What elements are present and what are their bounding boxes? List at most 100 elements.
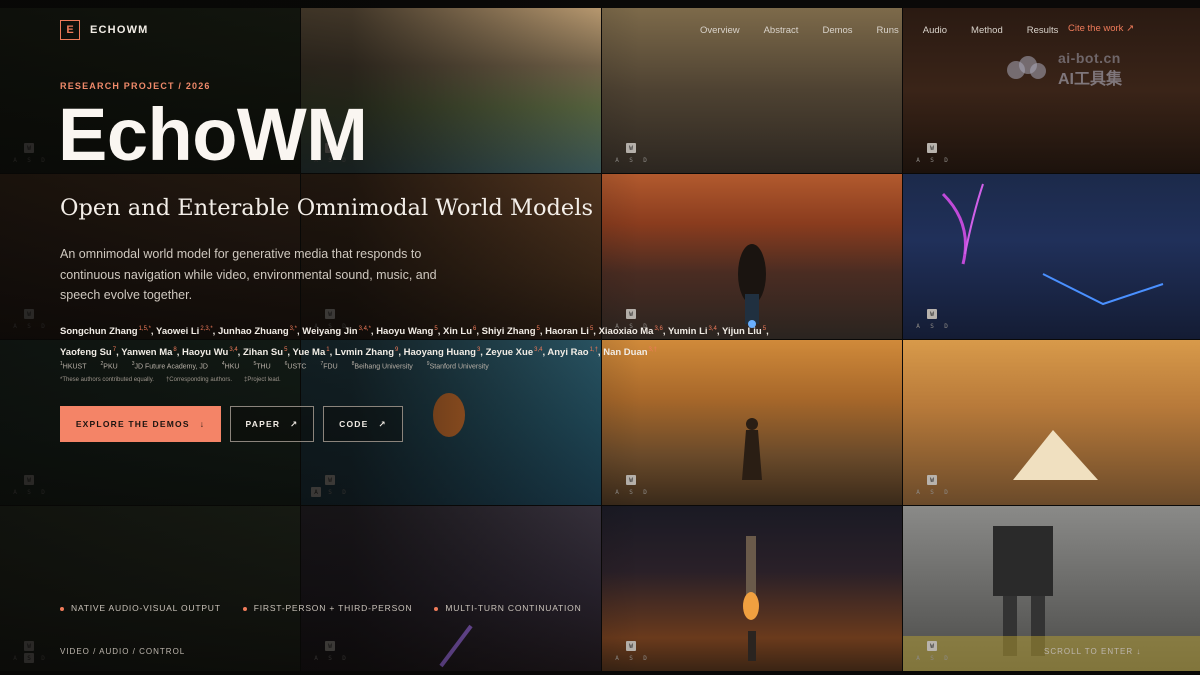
scroll-hint[interactable]: SCROLL TO ENTER ↓ (1044, 647, 1141, 656)
author-affil-sup: 5 (284, 347, 288, 354)
author-name: Xiaoxiao Ma (598, 326, 654, 338)
page-subtitle: Open and Enterable Omnimodal World Model… (60, 195, 593, 221)
paper-label: PAPER (245, 419, 281, 429)
explore-label: EXPLORE THE DEMOS (75, 419, 190, 429)
author-affil-sup: 5 (536, 326, 540, 332)
paper-button[interactable]: PAPER ↗ (230, 406, 314, 442)
nav-item-results[interactable]: Results (1027, 25, 1059, 36)
author-name: Anyi Rao (547, 347, 589, 359)
affiliation-item: 3JD Future Academy, JD (131, 361, 208, 371)
nav-item-abstract[interactable]: Abstract (764, 25, 799, 36)
affiliation-item: 9Stanford University (426, 361, 489, 371)
author-name: Junhao Zhuang (217, 326, 289, 338)
author-name: Haoyu Wu (182, 347, 229, 359)
author-affil-sup: 7 (112, 347, 117, 354)
affiliation-item: 4HKU (221, 361, 240, 371)
author-name: Yaowei Li (156, 326, 200, 338)
explore-demos-button[interactable]: EXPLORE THE DEMOS ↓ (60, 406, 221, 442)
author-name: Weiyang Jin (302, 326, 358, 338)
author-affil-sup: 5 (589, 326, 594, 332)
code-label: CODE (339, 419, 369, 429)
author-affil-sup: 1,† (589, 347, 598, 354)
page-title: EchoWM (58, 93, 368, 176)
author-affil-sup: 9 (395, 347, 399, 354)
author-name: Yanwen Ma (121, 347, 173, 359)
note-corresponding: †Corresponding authors. (165, 377, 232, 383)
scene-tile-rocket: WASD (602, 506, 902, 671)
author-affil-sup: 6 (473, 326, 477, 332)
nav-item-runs[interactable]: Runs (877, 25, 899, 36)
author-affil-sup: 5 (762, 326, 767, 332)
hero-description: An omnimodal world model for generative … (60, 247, 437, 302)
author-name: Zeyue Xue (485, 347, 534, 359)
bullet-dot-icon (60, 606, 64, 611)
author-name: Yaofeng Su (60, 347, 112, 359)
author-affil-sup: 5 (434, 326, 438, 332)
affiliation-item: 1HKUST (60, 361, 87, 371)
author-name: Haoyang Huang (403, 347, 476, 359)
author-affil-sup: 1 (326, 347, 330, 354)
feature-list: NATIVE AUDIO-VISUAL OUTPUT FIRST-PERSON … (60, 603, 582, 613)
affiliation-item: 6USTC (284, 361, 307, 371)
author-affil-sup: 3,4 (534, 347, 543, 354)
author-list: Songchun Zhang1,5,*, Yaowei Li2,3,*, Jun… (60, 326, 769, 359)
brand-name: ECHOWM (90, 24, 149, 36)
brand-mark-icon: E (60, 20, 80, 40)
author-affil-sup: 3,4 (708, 326, 717, 332)
affiliation-item: 2PKU (100, 361, 118, 371)
feature-item: MULTI-TURN CONTINUATION (434, 603, 581, 613)
external-link-icon: ↗ (290, 418, 299, 429)
scene-tile-desert: WASD (602, 340, 902, 505)
nav-item-overview[interactable]: Overview (700, 25, 740, 36)
author-notes: *These authors contributed equally. †Cor… (60, 377, 281, 383)
author-name: Zihan Su (242, 347, 284, 359)
wasd-indicator: WASD (916, 309, 948, 330)
wasd-indicator: WASD (916, 475, 948, 496)
note-equal: *These authors contributed equally. (60, 377, 154, 383)
brand-logo[interactable]: E ECHOWM (60, 20, 149, 40)
author-affil-sup: 8 (173, 347, 177, 354)
feature-item: FIRST-PERSON + THIRD-PERSON (242, 603, 413, 613)
top-nav: Overview Abstract Demos Runs Audio Metho… (700, 25, 1082, 36)
author-affil-sup: 2,3,* (200, 326, 213, 332)
watermark-name: AI工具集 (1058, 71, 1123, 88)
author-name: Songchun Zhang (60, 326, 138, 338)
affiliation-item: 7FDU (320, 361, 338, 371)
scene-tile-paper-plane: WASD (903, 340, 1200, 505)
author-name: Yijun Liu (721, 326, 762, 338)
eyebrow-label: RESEARCH PROJECT / 2026 (60, 81, 211, 91)
bullet-dot-icon (242, 606, 247, 611)
footer-tagline: VIDEO / AUDIO / CONTROL (60, 647, 186, 656)
wasd-indicator: WASD (916, 143, 948, 164)
author-affil-sup: 3,6 (654, 326, 663, 332)
code-button[interactable]: CODE ↗ (323, 406, 403, 442)
affiliation-item: 8Beihang University (351, 361, 413, 371)
author-name: Yue Ma (292, 347, 326, 359)
note-lead: ‡Project lead. (244, 377, 281, 383)
arrow-down-icon: ↓ (199, 419, 206, 429)
author-affil-sup: 1,5,* (138, 326, 151, 332)
author-name: Yumin Li (667, 326, 708, 338)
nav-item-audio[interactable]: Audio (923, 25, 947, 36)
nav-item-demos[interactable]: Demos (822, 25, 852, 36)
bullet-dot-icon (434, 606, 439, 611)
author-affil-sup: 3,4 (229, 347, 238, 354)
cite-link[interactable]: Cite the work ↗ (1068, 23, 1134, 34)
external-link-icon: ↗ (378, 418, 387, 429)
author-affil-sup: 3 (476, 347, 481, 354)
author-name: Nan Duan (603, 347, 648, 359)
nav-item-method[interactable]: Method (971, 25, 1003, 36)
author-affil-sup: 3,* (289, 326, 298, 332)
wasd-indicator: WASD (916, 641, 948, 662)
author-name: Haoran Li (545, 326, 589, 338)
author-name: Shiyi Zhang (481, 326, 536, 338)
author-affil-sup: 3,† (648, 347, 657, 354)
feature-item: NATIVE AUDIO-VISUAL OUTPUT (60, 603, 221, 613)
author-affil-sup: 3,4,* (358, 326, 371, 332)
watermark: ai-bot.cn AI工具集 (1004, 50, 1154, 88)
author-name: Xin Lu (443, 326, 473, 338)
watermark-cloud-icon (1007, 56, 1046, 79)
watermark-domain: ai-bot.cn (1058, 50, 1121, 66)
scene-tile-alien-tree: WASD (903, 174, 1200, 339)
author-name: Haoyu Wang (376, 326, 434, 338)
